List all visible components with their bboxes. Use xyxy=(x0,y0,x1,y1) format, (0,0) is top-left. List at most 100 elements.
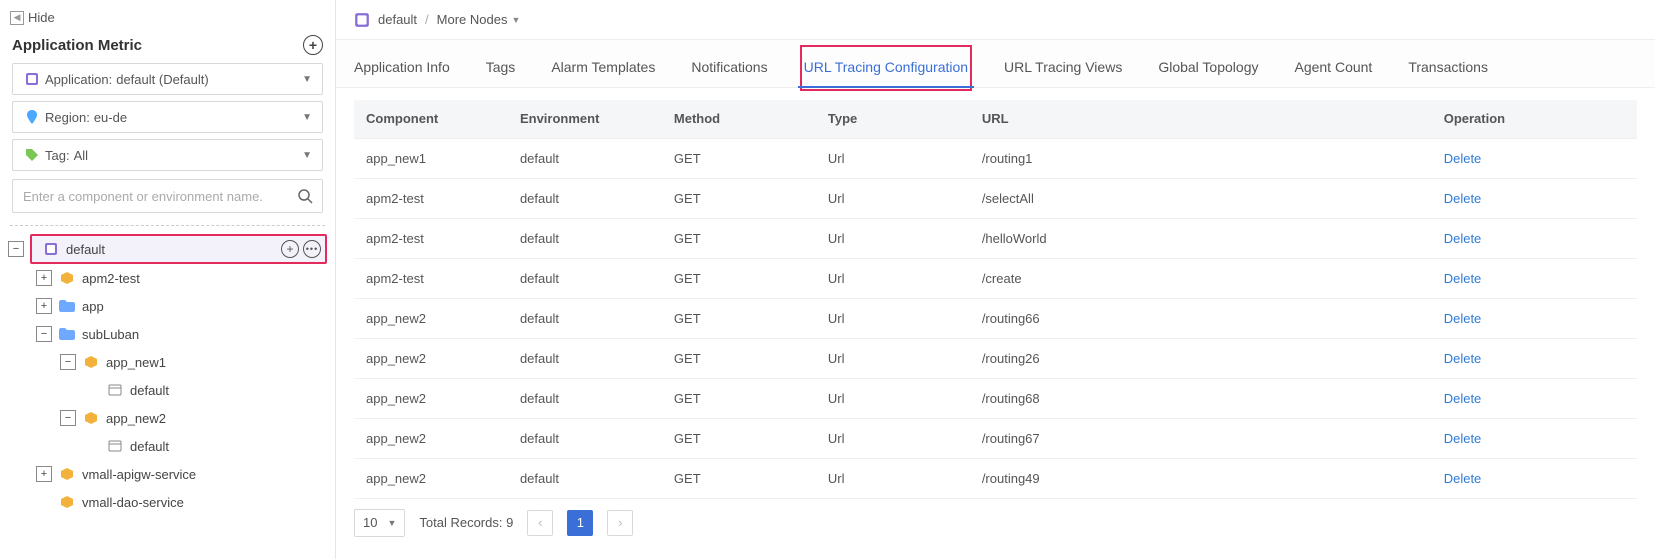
cell-component: app_new2 xyxy=(354,298,508,338)
tab-url-tracing-configuration[interactable]: URL Tracing Configuration xyxy=(804,49,968,87)
cell-environment: default xyxy=(508,418,662,458)
tag-label: Tag: xyxy=(45,148,70,163)
delete-link[interactable]: Delete xyxy=(1444,391,1482,406)
cell-operation: Delete xyxy=(1432,178,1637,218)
pagination: 10 ▼ Total Records: 9 ‹ 1 › xyxy=(354,499,1637,537)
prev-page-button[interactable]: ‹ xyxy=(527,510,553,536)
cube-icon xyxy=(58,467,76,481)
tab-application-info[interactable]: Application Info xyxy=(354,49,450,87)
next-page-button[interactable]: › xyxy=(607,510,633,536)
tab-tags[interactable]: Tags xyxy=(486,49,516,87)
application-value: default (Default) xyxy=(116,72,209,87)
cell-url: /routing68 xyxy=(970,378,1432,418)
tab-alarm-templates[interactable]: Alarm Templates xyxy=(551,49,655,87)
cell-environment: default xyxy=(508,178,662,218)
delete-link[interactable]: Delete xyxy=(1444,431,1482,446)
hide-label: Hide xyxy=(28,10,55,25)
cell-component: apm2-test xyxy=(354,218,508,258)
tree-node[interactable]: + apm2-test xyxy=(8,264,327,292)
tree-node-label: default xyxy=(130,439,169,454)
cube-icon xyxy=(82,411,100,425)
search-icon[interactable] xyxy=(296,187,314,205)
tree-node-label: app_new1 xyxy=(106,355,166,370)
col-operation: Operation xyxy=(1432,100,1637,138)
more-actions-button[interactable]: ••• xyxy=(303,240,321,258)
tree-toggle[interactable]: − xyxy=(36,326,52,342)
cell-component: apm2-test xyxy=(354,178,508,218)
url-tracing-table: Component Environment Method Type URL Op… xyxy=(354,100,1637,499)
region-value: eu-de xyxy=(94,110,127,125)
tab-agent-count[interactable]: Agent Count xyxy=(1294,49,1372,87)
tree-node-root[interactable]: default + ••• xyxy=(30,234,327,264)
cell-method: GET xyxy=(662,338,816,378)
add-node-button[interactable]: + xyxy=(281,240,299,258)
location-pin-icon xyxy=(23,110,41,124)
delete-link[interactable]: Delete xyxy=(1444,311,1482,326)
chevron-down-icon: ▼ xyxy=(511,15,520,25)
delete-link[interactable]: Delete xyxy=(1444,231,1482,246)
tab-transactions[interactable]: Transactions xyxy=(1408,49,1488,87)
cell-method: GET xyxy=(662,178,816,218)
cell-operation: Delete xyxy=(1432,378,1637,418)
add-app-button[interactable]: + xyxy=(303,35,323,55)
separator: / xyxy=(425,12,429,27)
region-select[interactable]: Region: eu-de ▼ xyxy=(12,101,323,133)
tree-node-env[interactable]: default xyxy=(8,432,327,460)
chevron-down-icon: ▼ xyxy=(302,150,312,161)
breadcrumb-app[interactable]: default xyxy=(378,12,417,27)
tab-url-tracing-views[interactable]: URL Tracing Views xyxy=(1004,49,1122,87)
tree-toggle[interactable]: + xyxy=(36,270,52,286)
application-select[interactable]: Application: default (Default) ▼ xyxy=(12,63,323,95)
chevron-down-icon: ▼ xyxy=(302,112,312,123)
tab-notifications[interactable]: Notifications xyxy=(691,49,767,87)
delete-link[interactable]: Delete xyxy=(1444,351,1482,366)
search-input[interactable] xyxy=(23,189,288,204)
cell-environment: default xyxy=(508,338,662,378)
cell-method: GET xyxy=(662,378,816,418)
tree-node[interactable]: + vmall-apigw-service xyxy=(8,460,327,488)
tree-toggle[interactable]: − xyxy=(60,354,76,370)
cell-environment: default xyxy=(508,138,662,178)
application-icon xyxy=(42,242,60,256)
tree-node[interactable]: vmall-dao-service xyxy=(8,488,327,516)
cell-url: /create xyxy=(970,258,1432,298)
table-row: apm2-testdefaultGETUrl/helloWorldDelete xyxy=(354,218,1637,258)
region-label: Region: xyxy=(45,110,90,125)
cell-url: /routing67 xyxy=(970,418,1432,458)
cube-icon xyxy=(82,355,100,369)
col-environment: Environment xyxy=(508,100,662,138)
delete-link[interactable]: Delete xyxy=(1444,471,1482,486)
hide-button[interactable]: ◀ Hide xyxy=(0,0,335,31)
tree-node[interactable]: − app_new2 xyxy=(8,404,327,432)
tab-global-topology[interactable]: Global Topology xyxy=(1158,49,1258,87)
folder-icon xyxy=(58,300,76,312)
cell-component: app_new2 xyxy=(354,418,508,458)
tree-node-label: app_new2 xyxy=(106,411,166,426)
application-icon xyxy=(23,72,41,86)
tree-node-label: default xyxy=(130,383,169,398)
delete-link[interactable]: Delete xyxy=(1444,271,1482,286)
tree-node-env[interactable]: default xyxy=(8,376,327,404)
tree-node-label: vmall-dao-service xyxy=(82,495,184,510)
tree-toggle[interactable]: + xyxy=(36,466,52,482)
table-row: app_new2defaultGETUrl/routing67Delete xyxy=(354,418,1637,458)
cell-type: Url xyxy=(816,218,970,258)
delete-link[interactable]: Delete xyxy=(1444,191,1482,206)
page-number-button[interactable]: 1 xyxy=(567,510,593,536)
page-size-select[interactable]: 10 ▼ xyxy=(354,509,405,537)
tag-select[interactable]: Tag: All ▼ xyxy=(12,139,323,171)
chevron-down-icon: ▼ xyxy=(387,518,396,528)
chevron-left-icon: ◀ xyxy=(10,11,24,25)
tree-node[interactable]: + app xyxy=(8,292,327,320)
tree-node[interactable]: − app_new1 xyxy=(8,348,327,376)
tree-toggle[interactable]: − xyxy=(8,241,24,257)
delete-link[interactable]: Delete xyxy=(1444,151,1482,166)
tag-value: All xyxy=(74,148,88,163)
breadcrumb: default / More Nodes ▼ xyxy=(336,0,1655,40)
tree-toggle[interactable]: − xyxy=(60,410,76,426)
table-row: apm2-testdefaultGETUrl/selectAllDelete xyxy=(354,178,1637,218)
cell-component: app_new1 xyxy=(354,138,508,178)
tree-toggle[interactable]: + xyxy=(36,298,52,314)
breadcrumb-more-nodes[interactable]: More Nodes ▼ xyxy=(437,12,521,27)
tree-node[interactable]: − subLuban xyxy=(8,320,327,348)
